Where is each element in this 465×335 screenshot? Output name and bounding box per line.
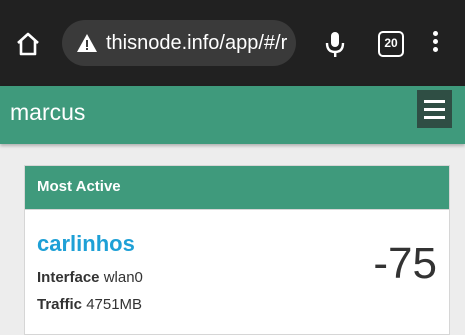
interface-row: Interface wlan0 — [37, 268, 143, 288]
most-active-card[interactable]: Most Active carlinhos -75 Interface wlan… — [24, 165, 450, 335]
warning-triangle-icon[interactable] — [76, 32, 98, 54]
microphone-icon[interactable] — [320, 26, 350, 62]
signal-value: -75 — [373, 239, 437, 288]
app-title: marcus — [10, 99, 86, 125]
hamburger-menu-icon[interactable] — [417, 90, 452, 128]
traffic-label: Traffic — [37, 296, 83, 313]
url-text[interactable]: thisnode.info/app/#/r — [106, 20, 287, 66]
tab-count-button[interactable]: 20 — [378, 31, 404, 57]
card-header: Most Active — [25, 166, 449, 210]
interface-value: wlan0 — [103, 269, 143, 286]
more-vert-icon[interactable] — [428, 28, 442, 60]
address-bar[interactable]: thisnode.info/app/#/r — [62, 20, 296, 66]
node-name-link[interactable]: carlinhos — [37, 230, 135, 258]
card-title: Most Active — [37, 178, 121, 195]
home-icon[interactable] — [10, 26, 46, 62]
traffic-value: 4751MB — [86, 296, 143, 313]
app-header: marcus — [0, 86, 465, 144]
traffic-row: Traffic 4751MB — [37, 295, 142, 315]
browser-toolbar: thisnode.info/app/#/r 20 — [0, 0, 465, 86]
interface-label: Interface — [37, 269, 100, 286]
